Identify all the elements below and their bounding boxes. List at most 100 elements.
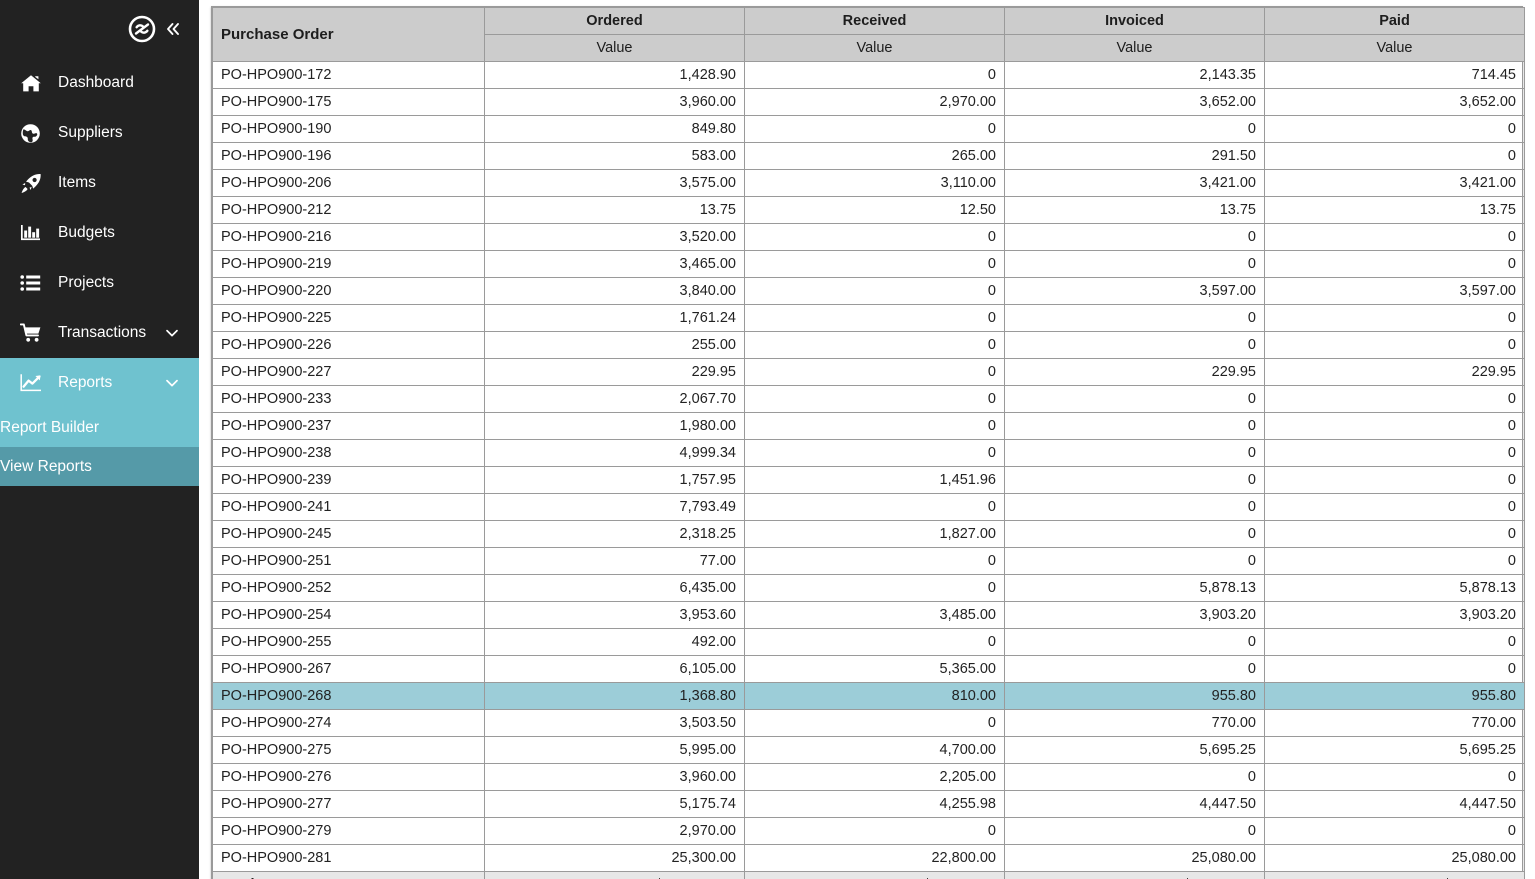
sidebar-item-dashboard[interactable]: Dashboard <box>0 58 199 108</box>
table-row[interactable]: PO-HPO900-254 3,953.60 3,485.00 3,903.20 3,9… <box>212 601 1525 629</box>
cell-purchase-order: PO-HPO900-196 <box>212 142 485 170</box>
sidebar-item-suppliers[interactable]: Suppliers <box>0 108 199 158</box>
table-row[interactable]: PO-HPO900-275 5,995.00 4,700.00 5,695.25 5,6… <box>212 736 1525 764</box>
sidebar-item-reports[interactable]: Reports <box>0 358 199 408</box>
totals-received: USD $53,257.44 <box>744 871 1005 879</box>
cell-paid: 0 <box>1264 385 1525 413</box>
table-row[interactable]: PO-HPO900-281 25,300.00 22,800.00 25,080.00… <box>212 844 1525 872</box>
sidebar-item-budgets[interactable]: Budgets <box>0 208 199 258</box>
table-row[interactable]: PO-HPO900-274 3,503.50 0 770.00 770.00 <box>212 709 1525 737</box>
cell-paid: 0 <box>1264 439 1525 467</box>
table-row[interactable]: PO-HPO900-237 1,980.00 0 0 0 <box>212 412 1525 440</box>
cell-paid: 0 <box>1264 655 1525 683</box>
cell-ordered: 583.00 <box>484 142 745 170</box>
table-row[interactable]: PO-HPO900-252 6,435.00 0 5,878.13 5,878.13 <box>212 574 1525 602</box>
subcolumn-header-invoiced-value[interactable]: Value <box>1004 34 1265 62</box>
table-row[interactable]: PO-HPO900-219 3,465.00 0 0 0 <box>212 250 1525 278</box>
cell-invoiced: 0 <box>1004 520 1265 548</box>
table-row[interactable]: PO-HPO900-190 849.80 0 0 0 <box>212 115 1525 143</box>
cell-paid: 0 <box>1264 412 1525 440</box>
table-row[interactable]: PO-HPO900-251 77.00 0 0 0 <box>212 547 1525 575</box>
cell-invoiced: 0 <box>1004 250 1265 278</box>
cell-ordered: 4,999.34 <box>484 439 745 467</box>
table-row[interactable]: PO-HPO900-276 3,960.00 2,205.00 0 0 <box>212 763 1525 791</box>
cell-paid: 0 <box>1264 493 1525 521</box>
sidebar-item-items[interactable]: Items <box>0 158 199 208</box>
sidebar-collapse-icon[interactable] <box>161 17 185 41</box>
table-row[interactable]: PO-HPO900-245 2,318.25 1,827.00 0 0 <box>212 520 1525 548</box>
cell-received: 0 <box>744 709 1005 737</box>
cell-ordered: 2,970.00 <box>484 817 745 845</box>
column-header-invoiced[interactable]: Invoiced <box>1004 7 1265 35</box>
sidebar-item-label: Items <box>58 174 96 191</box>
sidebar-item-projects[interactable]: Projects <box>0 258 199 308</box>
totals-ordered: USD $109,734.01 <box>484 871 745 879</box>
table-row[interactable]: PO-HPO900-227 229.95 0 229.95 229.95 <box>212 358 1525 386</box>
table-head: Purchase Order Ordered Received Invoiced… <box>212 7 1525 62</box>
cell-purchase-order: PO-HPO900-255 <box>212 628 485 656</box>
table-row[interactable]: PO-HPO900-175 3,960.00 2,970.00 3,652.00 3,6… <box>212 88 1525 116</box>
cell-paid: 3,652.00 <box>1264 88 1525 116</box>
subcolumn-header-paid-value[interactable]: Value <box>1264 34 1525 62</box>
cell-ordered: 3,503.50 <box>484 709 745 737</box>
cell-invoiced: 0 <box>1004 493 1265 521</box>
cell-ordered: 2,067.70 <box>484 385 745 413</box>
cell-received: 0 <box>744 817 1005 845</box>
table-row[interactable]: PO-HPO900-220 3,840.00 0 3,597.00 3,597.00 <box>212 277 1525 305</box>
cell-received: 5,365.00 <box>744 655 1005 683</box>
sidebar-subitem-report-builder[interactable]: Report Builder <box>0 408 199 447</box>
table-row[interactable]: PO-HPO900-277 5,175.74 4,255.98 4,447.50 4,4… <box>212 790 1525 818</box>
cell-received: 0 <box>744 493 1005 521</box>
cell-received: 3,485.00 <box>744 601 1005 629</box>
cell-purchase-order: PO-HPO900-212 <box>212 196 485 224</box>
cell-received: 0 <box>744 358 1005 386</box>
chevron-down-icon[interactable] <box>165 376 179 390</box>
cell-paid: 0 <box>1264 223 1525 251</box>
brand-logo-icon[interactable] <box>127 14 157 44</box>
table-row[interactable]: PO-HPO900-239 1,757.95 1,451.96 0 0 <box>212 466 1525 494</box>
column-header-ordered[interactable]: Ordered <box>484 7 745 35</box>
table-row[interactable]: PO-HPO900-216 3,520.00 0 0 0 <box>212 223 1525 251</box>
column-header-purchase-order[interactable]: Purchase Order <box>212 7 485 62</box>
table-row[interactable]: PO-HPO900-225 1,761.24 0 0 0 <box>212 304 1525 332</box>
cell-invoiced: 25,080.00 <box>1004 844 1265 872</box>
table-row[interactable]: PO-HPO900-226 255.00 0 0 0 <box>212 331 1525 359</box>
cell-invoiced: 3,652.00 <box>1004 88 1265 116</box>
sidebar-item-label: Dashboard <box>58 74 134 91</box>
cell-ordered: 1,428.90 <box>484 61 745 89</box>
totals-row: Totals: USD $109,734.01 USD $53,257.44 U… <box>212 871 1525 879</box>
table-row[interactable]: PO-HPO900-268 1,368.80 810.00 955.80 955.80 <box>212 682 1525 710</box>
rocket-icon <box>20 172 46 194</box>
cell-paid: 0 <box>1264 763 1525 791</box>
cell-ordered: 1,757.95 <box>484 466 745 494</box>
cell-received: 0 <box>744 250 1005 278</box>
sidebar-item-label: Reports <box>58 374 113 391</box>
table-row[interactable]: PO-HPO900-255 492.00 0 0 0 <box>212 628 1525 656</box>
cell-purchase-order: PO-HPO900-206 <box>212 169 485 197</box>
table-row[interactable]: PO-HPO900-238 4,999.34 0 0 0 <box>212 439 1525 467</box>
chevron-down-icon[interactable] <box>165 326 179 340</box>
column-header-received[interactable]: Received <box>744 7 1005 35</box>
cell-purchase-order: PO-HPO900-251 <box>212 547 485 575</box>
cell-invoiced: 0 <box>1004 115 1265 143</box>
table-row[interactable]: PO-HPO900-267 6,105.00 5,365.00 0 0 <box>212 655 1525 683</box>
subcolumn-header-ordered-value[interactable]: Value <box>484 34 745 62</box>
table-row[interactable]: PO-HPO900-233 2,067.70 0 0 0 <box>212 385 1525 413</box>
list-icon <box>20 272 46 294</box>
subcolumn-header-received-value[interactable]: Value <box>744 34 1005 62</box>
cell-purchase-order: PO-HPO900-175 <box>212 88 485 116</box>
sidebar-item-transactions[interactable]: Transactions <box>0 308 199 358</box>
table-row[interactable]: PO-HPO900-172 1,428.90 0 2,143.35 714.45 <box>212 61 1525 89</box>
column-header-paid[interactable]: Paid <box>1264 7 1525 35</box>
cell-purchase-order: PO-HPO900-277 <box>212 790 485 818</box>
sidebar-subitem-view-reports[interactable]: View Reports <box>0 447 199 486</box>
table-row[interactable]: PO-HPO900-279 2,970.00 0 0 0 <box>212 817 1525 845</box>
cell-ordered: 6,435.00 <box>484 574 745 602</box>
sidebar: Dashboard Suppliers Items Budgets Projec… <box>0 0 199 879</box>
table-row[interactable]: PO-HPO900-196 583.00 265.00 291.50 0 <box>212 142 1525 170</box>
cell-paid: 0 <box>1264 466 1525 494</box>
table-row[interactable]: PO-HPO900-241 7,793.49 0 0 0 <box>212 493 1525 521</box>
cell-paid: 0 <box>1264 304 1525 332</box>
table-row[interactable]: PO-HPO900-212 13.75 12.50 13.75 13.75 <box>212 196 1525 224</box>
table-row[interactable]: PO-HPO900-206 3,575.00 3,110.00 3,421.00 3,4… <box>212 169 1525 197</box>
